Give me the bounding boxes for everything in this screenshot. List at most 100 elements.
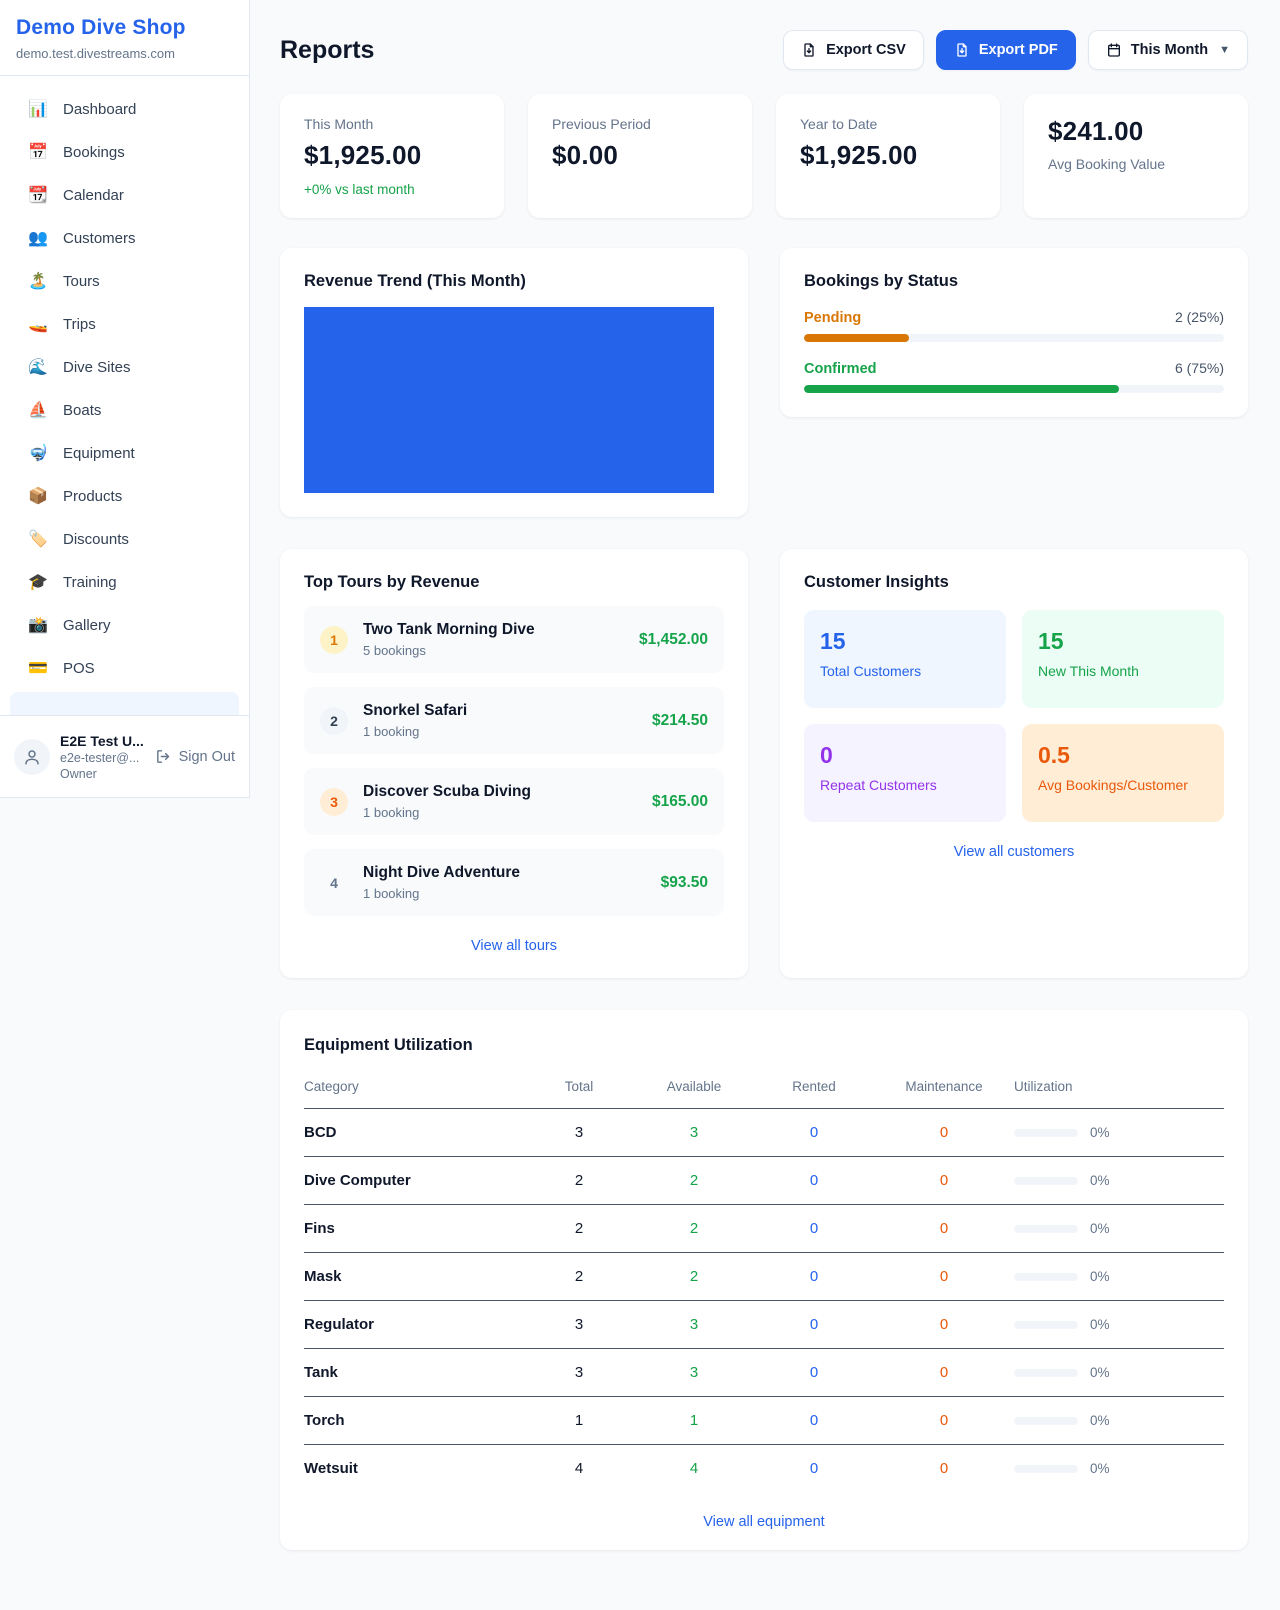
brand-block: Demo Dive Shop demo.test.divestreams.com bbox=[0, 0, 249, 76]
sign-out-button[interactable]: Sign Out bbox=[155, 748, 235, 765]
export-csv-button[interactable]: Export CSV bbox=[783, 30, 924, 70]
dive-sites-icon: 🌊 bbox=[28, 357, 48, 377]
view-all-tours-link[interactable]: View all tours bbox=[304, 938, 724, 954]
file-export-icon bbox=[954, 42, 970, 58]
status-count: 6 (75%) bbox=[1175, 360, 1224, 376]
progress-fill bbox=[804, 334, 909, 342]
table-row: Tank 3 3 0 0 0% bbox=[304, 1349, 1224, 1397]
stat-value: $0.00 bbox=[552, 140, 728, 171]
dashboard-icon: 📊 bbox=[28, 99, 48, 119]
tour-name: Snorkel Safari bbox=[363, 702, 637, 720]
user-name: E2E Test U... bbox=[60, 733, 145, 749]
sidebar-item-boats[interactable]: ⛵ Boats bbox=[10, 391, 239, 429]
utilization-bar bbox=[1014, 1177, 1078, 1185]
column-header: Utilization bbox=[1014, 1079, 1224, 1094]
column-header: Maintenance bbox=[874, 1079, 1014, 1094]
sidebar-item-dashboard[interactable]: 📊 Dashboard bbox=[10, 90, 239, 128]
chevron-down-icon: ▼ bbox=[1219, 44, 1230, 56]
calendar-icon: 📆 bbox=[28, 185, 48, 205]
stat-card-previous-period: Previous Period $0.00 bbox=[528, 94, 752, 218]
utilization-bar bbox=[1014, 1369, 1078, 1377]
tour-amount: $1,452.00 bbox=[639, 631, 708, 649]
brand-domain: demo.test.divestreams.com bbox=[16, 46, 233, 61]
tour-bookings: 1 booking bbox=[363, 724, 637, 739]
sidebar-item-training[interactable]: 🎓 Training bbox=[10, 563, 239, 601]
page-header: Reports Export CSV Export PDF This Month… bbox=[280, 30, 1248, 70]
sidebar-nav: 📊 Dashboard 📅 Bookings 📆 Calendar 👥 Cust… bbox=[0, 76, 249, 797]
view-all-customers-link[interactable]: View all customers bbox=[804, 844, 1224, 860]
insight-value: 15 bbox=[820, 628, 990, 655]
insight-tile-new-this-month: 15 New This Month bbox=[1022, 610, 1224, 708]
training-icon: 🎓 bbox=[28, 572, 48, 592]
user-role: Owner bbox=[60, 767, 145, 781]
tour-amount: $165.00 bbox=[652, 793, 708, 811]
rank-badge: 3 bbox=[320, 788, 348, 816]
table-row: Regulator 3 3 0 0 0% bbox=[304, 1301, 1224, 1349]
insight-label: Avg Bookings/Customer bbox=[1038, 777, 1208, 793]
tour-amount: $93.50 bbox=[661, 874, 708, 892]
utilization-bar bbox=[1014, 1273, 1078, 1281]
utilization-bar bbox=[1014, 1465, 1078, 1473]
status-row-confirmed: Confirmed 6 (75%) bbox=[804, 360, 1224, 393]
utilization-bar bbox=[1014, 1321, 1078, 1329]
sidebar-item-pos[interactable]: 💳 POS bbox=[10, 649, 239, 687]
column-header: Rented bbox=[754, 1079, 874, 1094]
customer-insights-card: Customer Insights 15 Total Customers 15 … bbox=[780, 549, 1248, 978]
sidebar-item-tours[interactable]: 🏝️ Tours bbox=[10, 262, 239, 300]
sidebar-item-gallery[interactable]: 📸 Gallery bbox=[10, 606, 239, 644]
avatar bbox=[14, 739, 50, 775]
stat-card-this-month: This Month $1,925.00 +0% vs last month bbox=[280, 94, 504, 218]
insight-value: 0 bbox=[820, 742, 990, 769]
status-label: Pending bbox=[804, 310, 861, 326]
status-count: 2 (25%) bbox=[1175, 309, 1224, 325]
customer-insights-title: Customer Insights bbox=[804, 573, 1224, 592]
stat-card-avg-booking-value: $241.00 Avg Booking Value bbox=[1024, 94, 1248, 218]
insight-value: 0.5 bbox=[1038, 742, 1208, 769]
utilization-bar bbox=[1014, 1129, 1078, 1137]
export-pdf-button[interactable]: Export PDF bbox=[936, 30, 1076, 70]
top-tours-card: Top Tours by Revenue 1 Two Tank Morning … bbox=[280, 549, 748, 978]
main-content: Reports Export CSV Export PDF This Month… bbox=[250, 0, 1280, 1550]
tour-row: 2 Snorkel Safari 1 booking $214.50 bbox=[304, 687, 724, 754]
column-header: Available bbox=[634, 1079, 754, 1094]
status-label: Confirmed bbox=[804, 361, 877, 377]
table-row: Wetsuit 4 4 0 0 0% bbox=[304, 1445, 1224, 1492]
status-row-pending: Pending 2 (25%) bbox=[804, 309, 1224, 342]
sidebar-item-dive-sites[interactable]: 🌊 Dive Sites bbox=[10, 348, 239, 386]
sidebar-item-discounts[interactable]: 🏷️ Discounts bbox=[10, 520, 239, 558]
revenue-trend-card: Revenue Trend (This Month) bbox=[280, 248, 748, 517]
calendar-icon bbox=[1106, 42, 1122, 58]
view-all-equipment-link[interactable]: View all equipment bbox=[304, 1514, 1224, 1530]
sidebar-item-calendar[interactable]: 📆 Calendar bbox=[10, 176, 239, 214]
rank-badge: 4 bbox=[320, 869, 348, 897]
insight-label: New This Month bbox=[1038, 663, 1208, 679]
period-dropdown[interactable]: This Month ▼ bbox=[1088, 30, 1248, 70]
insight-tile-total-customers: 15 Total Customers bbox=[804, 610, 1006, 708]
sidebar-item-trips[interactable]: 🚤 Trips bbox=[10, 305, 239, 343]
tour-name: Discover Scuba Diving bbox=[363, 783, 637, 801]
sidebar-item-bookings[interactable]: 📅 Bookings bbox=[10, 133, 239, 171]
user-email: e2e-tester@... bbox=[60, 751, 145, 765]
sidebar-item-customers[interactable]: 👥 Customers bbox=[10, 219, 239, 257]
trips-icon: 🚤 bbox=[28, 314, 48, 334]
insight-grid: 15 Total Customers 15 New This Month 0 R… bbox=[804, 610, 1224, 822]
discounts-icon: 🏷️ bbox=[28, 529, 48, 549]
user-info: E2E Test U... e2e-tester@... Owner bbox=[60, 733, 145, 781]
charts-row: Revenue Trend (This Month) Bookings by S… bbox=[280, 248, 1248, 517]
page-title: Reports bbox=[280, 36, 374, 65]
tour-row: 4 Night Dive Adventure 1 booking $93.50 bbox=[304, 849, 724, 916]
revenue-trend-chart bbox=[304, 307, 714, 493]
stats-row: This Month $1,925.00 +0% vs last month P… bbox=[280, 94, 1248, 218]
table-row: BCD 3 3 0 0 0% bbox=[304, 1109, 1224, 1157]
header-actions: Export CSV Export PDF This Month ▼ bbox=[783, 30, 1248, 70]
tours-icon: 🏝️ bbox=[28, 271, 48, 291]
utilization-bar bbox=[1014, 1225, 1078, 1233]
bookings-by-status-title: Bookings by Status bbox=[804, 272, 1224, 291]
sidebar-item-equipment[interactable]: 🤿 Equipment bbox=[10, 434, 239, 472]
stat-value: $1,925.00 bbox=[304, 140, 480, 171]
table-row: Fins 2 2 0 0 0% bbox=[304, 1205, 1224, 1253]
tour-bookings: 1 booking bbox=[363, 886, 646, 901]
table-header-row: Category Total Available Rented Maintena… bbox=[304, 1073, 1224, 1109]
stat-card-year-to-date: Year to Date $1,925.00 bbox=[776, 94, 1000, 218]
sidebar-item-products[interactable]: 📦 Products bbox=[10, 477, 239, 515]
